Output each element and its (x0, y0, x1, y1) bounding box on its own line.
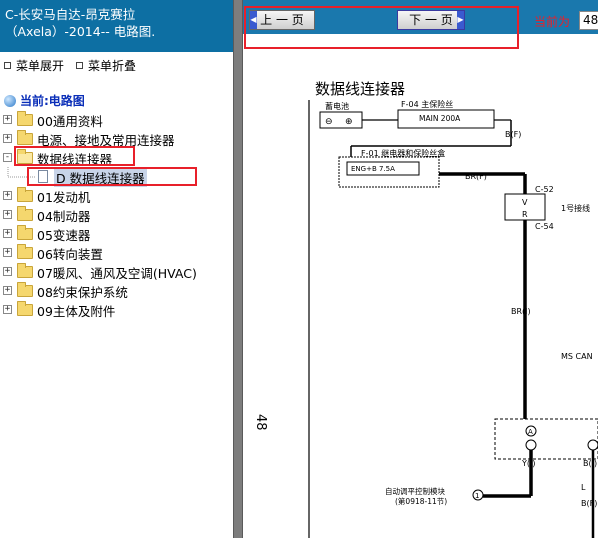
tree-item-label: 08约束保护系统 (37, 285, 128, 300)
expand-icon[interactable]: + (3, 305, 12, 314)
globe-icon (4, 94, 16, 107)
content-panel: ◀ 上 一 页 下 一 页 ▶ 当前为 48 数据线连接器 48 蓄电池 ⊖ ⊕… (243, 0, 598, 538)
wire-label: BR(F) (465, 172, 487, 181)
tree-item-transmission[interactable]: + 05变速器 (0, 224, 233, 243)
main-fuse-label: F-04 主保险丝 (401, 99, 453, 109)
highlight-box (27, 167, 197, 186)
connector-block (494, 418, 598, 460)
square-icon (76, 62, 83, 69)
tree-item-label: 00通用资料 (37, 114, 103, 129)
module-ref: (第0918-11节) (395, 496, 447, 506)
expand-icon[interactable]: + (3, 210, 12, 219)
wire-label: BR(I) (511, 307, 531, 316)
page-label: 当前为 (534, 15, 571, 29)
tree-item-engine[interactable]: + 01发动机 (0, 186, 233, 205)
collapse-all-label: 菜单折叠 (88, 59, 137, 73)
tree-item-body[interactable]: + 09主体及附件 (0, 300, 233, 319)
tree-item-brakes[interactable]: + 04制动器 (0, 205, 233, 224)
pin-circle (587, 439, 598, 451)
square-icon (4, 62, 11, 69)
tree-item-hvac[interactable]: + 07暖风、通风及空调(HVAC) (0, 262, 233, 281)
expand-icon[interactable]: + (3, 115, 12, 124)
tree-item-steering[interactable]: + 06转向装置 (0, 243, 233, 262)
expand-icon[interactable]: + (3, 267, 12, 276)
folder-icon (17, 187, 33, 202)
document-title: C-长安马自达-昂克赛拉（Axela）-2014-- 电路图. (0, 0, 233, 52)
current-label: 当前:电路图 (20, 94, 85, 108)
expand-icon[interactable]: + (3, 134, 12, 143)
wire-label: B(F) (581, 499, 597, 508)
tree-item-label: 04制动器 (37, 209, 91, 224)
folder-icon (17, 206, 33, 221)
page-number-input[interactable]: 48 (579, 11, 598, 30)
battery-label: 蓄电池 (325, 101, 349, 111)
tree-item-label: 01发动机 (37, 190, 91, 205)
junction-label: 1号接线 (561, 203, 590, 213)
pin-label: R (522, 210, 528, 219)
expand-all-label: 菜单展开 (16, 59, 65, 73)
wire-label: L (581, 483, 586, 492)
connector-label: C-54 (535, 222, 554, 231)
bus-label: MS CAN (561, 352, 593, 361)
folder-icon (17, 301, 33, 316)
collapse-all-button[interactable]: 菜单折叠 (76, 57, 136, 74)
tree-item-label: 07暖风、通风及空调(HVAC) (37, 266, 197, 281)
diagram-title: 数据线连接器 (315, 80, 405, 98)
expand-icon[interactable]: + (3, 191, 12, 200)
folder-icon (17, 282, 33, 297)
expand-icon[interactable]: + (3, 229, 12, 238)
page-number: 48 (253, 414, 268, 431)
panel-splitter[interactable] (233, 0, 243, 538)
tree-item-label: 05变速器 (37, 228, 91, 243)
folder-icon (17, 225, 33, 240)
wire-label: Y(I) (521, 459, 536, 468)
plus-icon: ⊕ (345, 117, 353, 127)
pin-label: V (522, 198, 528, 207)
main-fuse-text: MAIN 200A (419, 114, 461, 123)
current-location: 当前:电路图 (4, 92, 85, 109)
expand-all-button[interactable]: 菜单展开 (4, 57, 64, 74)
collapse-icon[interactable]: - (3, 153, 12, 162)
wire-label: B(F) (505, 130, 521, 139)
tree-item-label: 06转向装置 (37, 247, 103, 262)
tree-item-restraints[interactable]: + 08约束保护系统 (0, 281, 233, 300)
folder-icon (17, 130, 33, 145)
eng-fuse-text: ENG+B 7.5A (351, 165, 395, 173)
wiring-diagram: 数据线连接器 48 蓄电池 ⊖ ⊕ F-04 主保险丝 MAIN 200A B(… (253, 80, 598, 538)
folder-icon (17, 111, 33, 126)
tree-item-general[interactable]: + 00通用资料 (0, 110, 233, 129)
wire-label: B(I) (583, 459, 597, 468)
folder-icon (17, 244, 33, 259)
pin-label: 1 (475, 492, 479, 500)
pin-circle (525, 439, 537, 451)
navigation-panel: C-长安马自达-昂克赛拉（Axela）-2014-- 电路图. 菜单展开 菜单折… (0, 0, 233, 538)
pin-label: A (528, 428, 533, 436)
tree-item-label: 09主体及附件 (37, 304, 116, 319)
module-label: 自动调平控制模块 (385, 486, 445, 496)
connector-label: C-52 (535, 185, 554, 194)
minus-icon: ⊖ (325, 117, 333, 127)
folder-icon (17, 263, 33, 278)
highlight-box (14, 146, 135, 166)
expand-icon[interactable]: + (3, 286, 12, 295)
expand-icon[interactable]: + (3, 248, 12, 257)
